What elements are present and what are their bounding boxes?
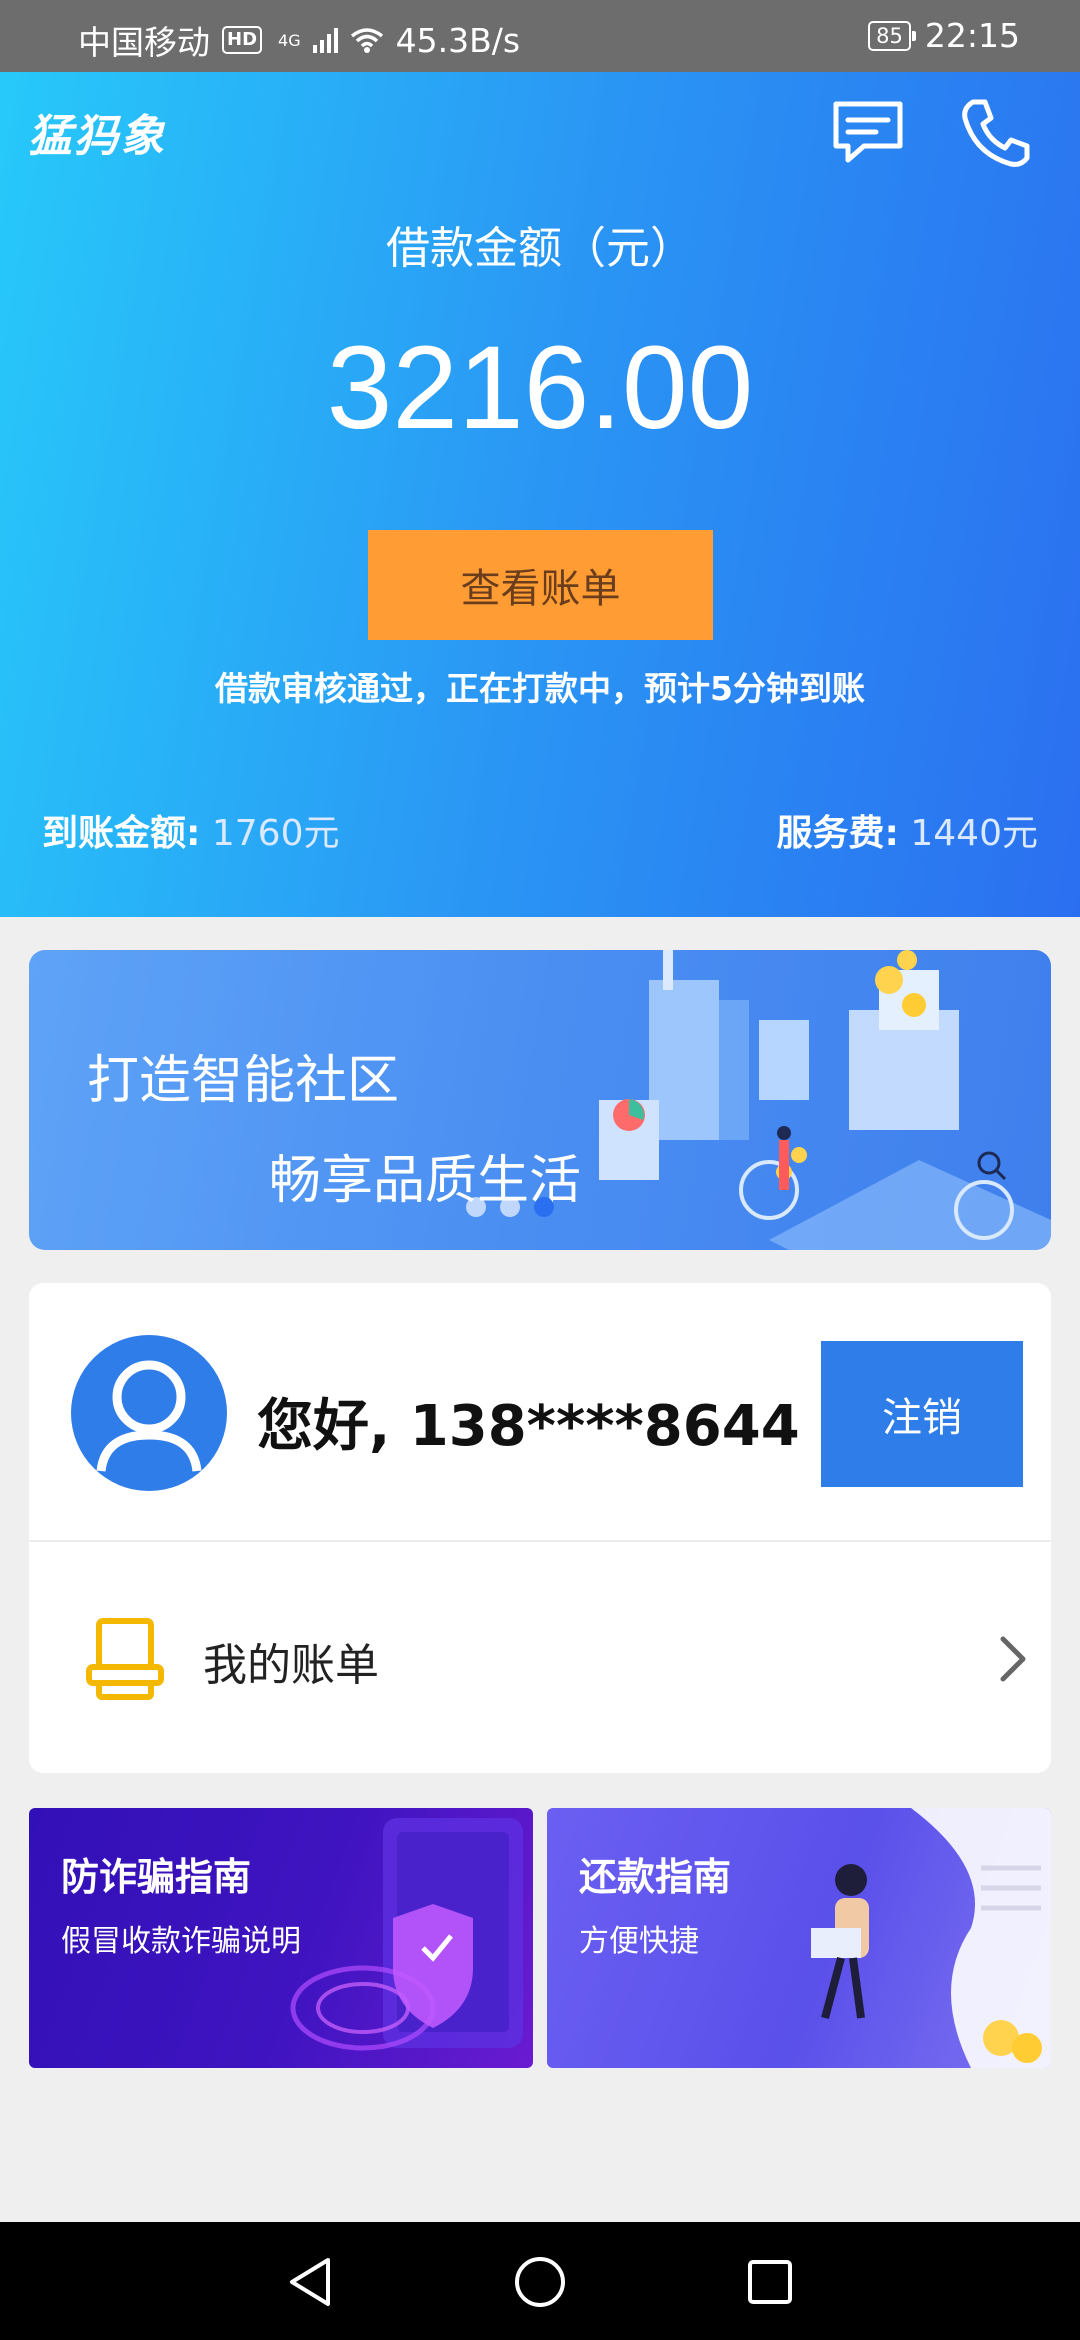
service-fee-label: 服务费: [776,813,899,854]
received-amount-label: 到账金额: [42,813,201,854]
banner-dot-active[interactable] [534,1197,554,1217]
hd-badge: HD [222,26,263,54]
status-left: 中国移动 HD 4G 45.3B/s [78,16,520,64]
anti-fraud-guide-card[interactable]: 防诈骗指南 假冒收款诈骗说明 [29,1808,533,2068]
home-icon[interactable] [510,2252,570,2312]
my-bills-label: 我的账单 [203,1640,379,1691]
received-amount: 到账金额: 1760元 [42,804,339,856]
my-bills-row[interactable]: 我的账单 [29,1543,1051,1773]
banner-dot[interactable] [500,1197,520,1217]
back-icon[interactable] [280,2252,340,2312]
banner-pagination [466,1197,554,1217]
recent-apps-icon[interactable] [740,2252,800,2312]
repayment-guide-title: 还款指南 [579,1855,732,1899]
service-fee: 服务费: 1440元 [777,804,1038,856]
repayment-guide-subtitle: 方便快捷 [579,1924,699,1959]
user-card: 您好, 138****8644 注销 我的账单 [29,1283,1051,1773]
network-type: 4G [278,30,301,50]
view-bill-button[interactable]: 查看账单 [368,530,713,640]
clock: 22:15 [924,16,1020,55]
loan-header: 猛犸象 借款金额（元） 3216.00 查看账单 借款审核通过，正在打款中，预计… [0,72,1080,917]
anti-fraud-guide-subtitle: 假冒收款诈骗说明 [61,1924,301,1959]
banner-line-1: 打造智能社区 [87,1051,400,1111]
logout-button[interactable]: 注销 [821,1341,1023,1487]
status-bar: 中国移动 HD 4G 45.3B/s 85 22:15 [0,0,1080,72]
carrier-name: 中国移动 [78,23,210,62]
security-shield-illustration [290,1818,523,2051]
chevron-right-icon [1000,1636,1026,1682]
loan-status-message: 借款审核通过，正在打款中，预计5分钟到账 [215,669,865,708]
user-greeting: 您好, 138****8644 [257,1394,800,1459]
card-divider [29,1540,1051,1542]
status-right: 85 22:15 [868,16,1020,55]
printer-icon [86,1618,164,1700]
loan-amount-label: 借款金额（元） [386,223,694,274]
service-fee-value: 1440元 [910,813,1038,854]
wifi-icon [350,28,383,53]
repayment-guide-card[interactable]: 还款指南 方便快捷 [547,1808,1051,2068]
phone-icon[interactable] [955,90,1039,174]
repayment-illustration [811,1808,1051,2068]
banner-dot[interactable] [466,1197,486,1217]
avatar-icon [71,1335,227,1491]
system-nav-bar [0,2222,1080,2340]
battery-icon: 85 [868,20,916,51]
app-logo: 猛犸象 [28,111,166,162]
loan-amount-value: 3216.00 [326,322,754,454]
received-amount-value: 1760元 [211,813,340,854]
smart-city-illustration [599,950,1051,1250]
network-speed: 45.3B/s [395,20,521,60]
anti-fraud-guide-title: 防诈骗指南 [61,1855,252,1899]
signal-icon [312,27,338,53]
message-icon[interactable] [826,90,910,174]
